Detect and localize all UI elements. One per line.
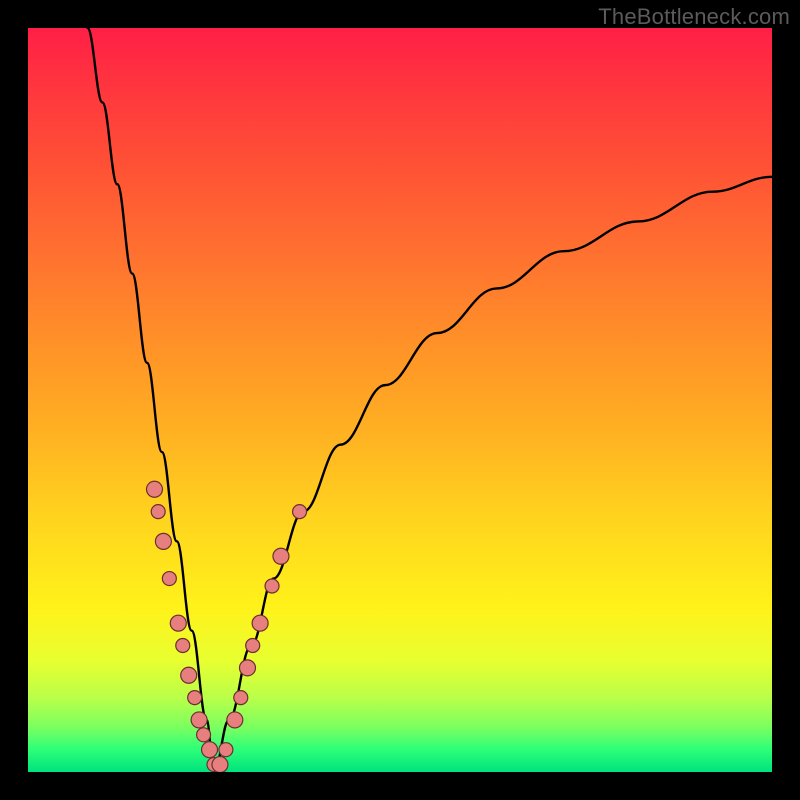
dots-group: [146, 481, 306, 772]
chart-svg: [28, 28, 772, 772]
data-dot: [155, 533, 171, 549]
data-dot: [197, 728, 211, 742]
data-dot: [188, 691, 202, 705]
curve-right-branch: [214, 177, 772, 772]
data-dot: [202, 742, 218, 758]
data-dot: [212, 757, 228, 772]
data-dot: [151, 505, 165, 519]
data-dot: [246, 639, 260, 653]
data-dot: [239, 660, 255, 676]
data-dot: [273, 548, 289, 564]
data-dot: [162, 572, 176, 586]
data-dot: [252, 615, 268, 631]
watermark-text: TheBottleneck.com: [598, 4, 790, 30]
data-dot: [176, 639, 190, 653]
chart-gradient-frame: [28, 28, 772, 772]
curve-left-branch: [88, 28, 214, 772]
data-dot: [293, 505, 307, 519]
data-dot: [146, 481, 162, 497]
data-dot: [234, 691, 248, 705]
data-dot: [191, 712, 207, 728]
data-dot: [170, 615, 186, 631]
data-dot: [265, 579, 279, 593]
data-dot: [181, 667, 197, 683]
data-dot: [227, 712, 243, 728]
data-dot: [219, 743, 233, 757]
